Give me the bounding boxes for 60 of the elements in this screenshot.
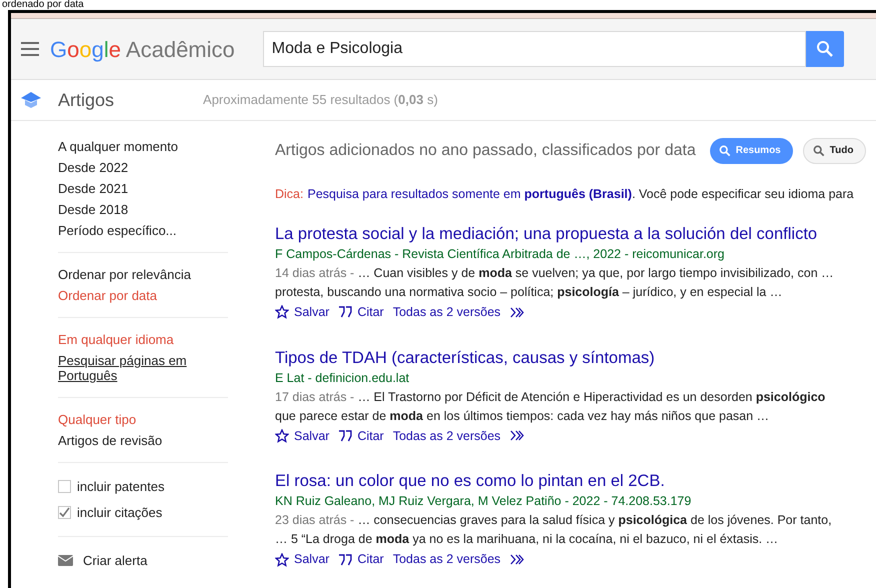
- result-source: F Campos-Cárdenas - Revista Científica Arbitrada de …, 2022 - reicomunicar.org: [275, 246, 726, 263]
- result-snippet: 23 dias atrás - … consecuencias graves para la salud física y psicológica de los jóvenes. Por tanto, … 5 “La droga de moda ya no es la marihuana, ni la cocaína, ni el bazuco, ni el éxtasis. …: [275, 512, 833, 548]
- checkbox[interactable]: [58, 480, 71, 494]
- checkbox-label: incluir citações: [77, 504, 162, 522]
- double-chevron-icon[interactable]: [510, 430, 525, 442]
- sidebar-link[interactable]: Ordenar por data: [58, 288, 228, 303]
- result-action-link[interactable]: Citar: [338, 302, 384, 322]
- logo[interactable]: Google Acadêmico: [50, 32, 235, 66]
- section-title: Artigos: [58, 88, 114, 112]
- result-snippet: 14 dias atrás - … Cuan visibles y de moda se vuelven; ya que, por largo tiempo invisibilizado, con … protesta, buscando una normativa socio – política; psicología – jurídico, y en especial la …: [275, 264, 835, 301]
- sidebar-link[interactable]: Qualquer tipo: [58, 412, 228, 427]
- result-action-link[interactable]: Salvar: [275, 302, 330, 322]
- star-icon: [275, 552, 289, 567]
- search-field[interactable]: Moda e Psicologia: [262, 31, 806, 67]
- result-action-link[interactable]: Todas as 2 versões: [392, 302, 501, 322]
- result-title[interactable]: Tipos de TDAH (características, causas y síntomas): [275, 348, 655, 368]
- star-icon: [275, 305, 289, 320]
- quote-icon: [338, 430, 352, 442]
- results-count: Aproximadamente 55 resultados (0,03 s): [203, 91, 438, 110]
- star-icon: [275, 428, 289, 443]
- result-action-link[interactable]: Salvar: [275, 426, 330, 446]
- tip-label: Dica:: [275, 187, 304, 201]
- search-icon: [718, 144, 731, 156]
- double-chevron-icon[interactable]: [510, 306, 525, 318]
- sidebar-link[interactable]: Pesquisar páginas em Português: [58, 353, 228, 383]
- checkbox[interactable]: [58, 506, 71, 519]
- caption: ordenado por data: [2, 0, 84, 10]
- language-link[interactable]: Pesquisa para resultados somente em português (Brasil): [307, 187, 632, 201]
- sidebar-link[interactable]: Ordenar por relevância: [58, 267, 228, 282]
- result-action-link[interactable]: Salvar: [275, 550, 330, 569]
- search-icon: [812, 144, 825, 156]
- result-action-link[interactable]: Todas as 2 versões: [392, 550, 501, 569]
- menu-icon[interactable]: [21, 42, 39, 56]
- result-source: KN Ruiz Galeano, MJ Ruiz Vergara, M Velez Patiño - 2022 - 74.208.53.179: [275, 493, 692, 510]
- page-heading: Artigos adicionados no ano passado, classificados por data: [275, 140, 696, 160]
- checkbox-label: incluir patentes: [77, 478, 164, 496]
- sidebar-link[interactable]: Desde 2021: [58, 181, 228, 196]
- sidebar-link[interactable]: Desde 2022: [58, 160, 228, 175]
- result-title[interactable]: El rosa: un color que no es como lo pintan en el 2CB.: [275, 471, 665, 492]
- result-action-link[interactable]: Todas as 2 versões: [392, 426, 501, 446]
- graduation-cap-icon: [21, 92, 41, 108]
- sidebar-link[interactable]: Desde 2018: [58, 202, 228, 217]
- double-chevron-icon[interactable]: [510, 554, 525, 566]
- quote-icon: [338, 306, 352, 318]
- quote-icon: [338, 554, 352, 566]
- sidebar-link[interactable]: Em qualquer idioma: [58, 332, 228, 347]
- sidebar-link[interactable]: Período específico...: [58, 223, 228, 238]
- create-alert-link[interactable]: Criar alerta: [58, 551, 228, 570]
- result-action-link[interactable]: Citar: [338, 550, 384, 569]
- envelope-icon: [58, 555, 73, 566]
- filter-chip[interactable]: Tudo: [802, 138, 866, 164]
- sidebar-link[interactable]: A qualquer momento: [58, 139, 228, 154]
- search-icon: [816, 40, 834, 58]
- result-title[interactable]: La protesta social y la mediación; una propuesta a la solución del conflicto: [275, 224, 818, 244]
- result-source: E Lat - definicion.edu.lat: [275, 370, 410, 386]
- result-snippet: 17 dias atrás - … El Trastorno por Déficit de Atención e Hiperactividad es un desorden psicológico que parece estar de moda en los últimos tiempos: cada vez hay más niños que pasan …: [275, 388, 826, 425]
- sidebar-link[interactable]: Artigos de revisão: [58, 433, 228, 448]
- search-button[interactable]: [806, 31, 844, 67]
- result-action-link[interactable]: Citar: [338, 426, 384, 446]
- tip-text: . Você pode especificar seu idioma para: [632, 187, 854, 201]
